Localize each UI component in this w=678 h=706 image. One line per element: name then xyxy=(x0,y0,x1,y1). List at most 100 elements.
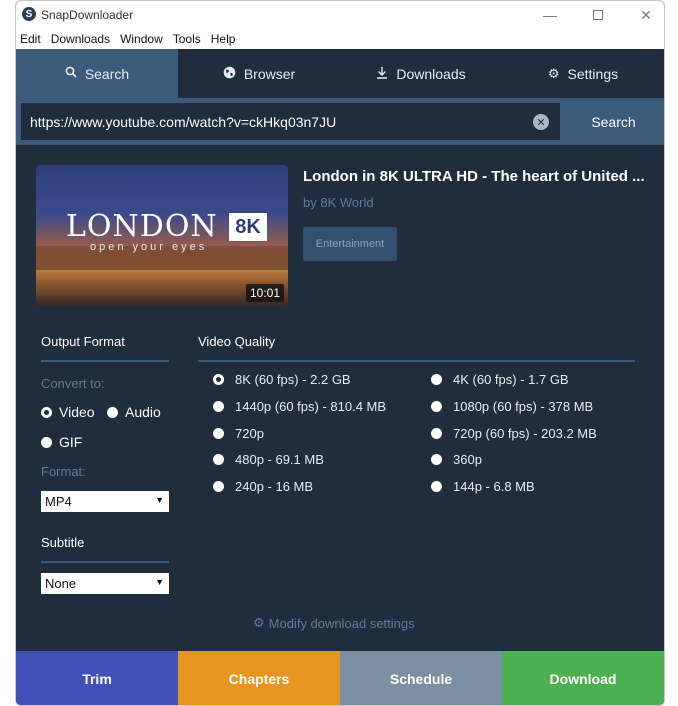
schedule-button[interactable]: Schedule xyxy=(340,651,502,705)
convert-gif-option[interactable]: GIF xyxy=(41,434,82,450)
modify-settings-label: Modify download settings xyxy=(268,615,415,631)
thumbnail-title-text: LONDON xyxy=(66,209,218,244)
maximize-button[interactable] xyxy=(588,5,608,25)
radio-button[interactable] xyxy=(431,481,442,492)
quality-label: 1080p (60 fps) - 378 MB xyxy=(453,399,594,414)
trim-button[interactable]: Trim xyxy=(16,651,178,705)
radio-button[interactable] xyxy=(107,406,118,418)
quality-label: 8K (60 fps) - 2.2 GB xyxy=(235,372,351,387)
video-channel: by 8K World xyxy=(303,195,374,210)
modify-settings-link[interactable]: ⚙ Modify download settings xyxy=(253,615,415,631)
convert-audio-option[interactable]: Audio xyxy=(107,404,161,420)
radio-button[interactable] xyxy=(213,374,224,385)
url-input[interactable]: https://www.youtube.com/watch?v=ckHkq03n… xyxy=(21,103,560,140)
quality-label: 240p - 16 MB xyxy=(235,479,314,494)
quality-option[interactable]: 4K (60 fps) - 1.7 GB xyxy=(431,372,569,387)
radio-button[interactable] xyxy=(213,481,224,492)
chevron-down-icon: ▼ xyxy=(155,495,164,505)
app-window: S SnapDownloader — ✕ Edit Downloads Wind… xyxy=(15,0,665,706)
option-label: Video xyxy=(59,404,95,420)
action-bar: Trim Chapters Schedule Download xyxy=(16,651,664,705)
chevron-down-icon: ▼ xyxy=(155,577,164,587)
radio-button[interactable] xyxy=(213,401,224,412)
menu-edit[interactable]: Edit xyxy=(20,32,41,46)
search-button[interactable]: Search xyxy=(561,103,664,140)
radio-button[interactable] xyxy=(431,401,442,412)
output-format-heading: Output Format xyxy=(41,334,125,349)
globe-icon xyxy=(223,66,236,82)
subtitle-select-value: None xyxy=(45,576,77,591)
convert-to-label: Convert to: xyxy=(41,376,105,391)
format-select[interactable]: MP4 ▼ xyxy=(41,491,169,512)
subtitle-divider xyxy=(41,561,169,563)
gear-icon: ⚙ xyxy=(253,615,265,630)
main-tabs: Search Browser Downloads ⚙ Settings xyxy=(16,49,664,98)
format-select-value: MP4 xyxy=(45,494,72,509)
quality-option[interactable]: 360p xyxy=(431,452,482,467)
tab-downloads[interactable]: Downloads xyxy=(340,49,502,98)
output-format-divider xyxy=(41,360,169,362)
quality-option[interactable]: 144p - 6.8 MB xyxy=(431,479,535,494)
tab-search[interactable]: Search xyxy=(16,49,178,98)
quality-label: 4K (60 fps) - 1.7 GB xyxy=(453,372,569,387)
option-label: Audio xyxy=(125,404,161,420)
menu-downloads[interactable]: Downloads xyxy=(51,32,110,46)
tab-label: Search xyxy=(84,65,130,82)
tab-settings[interactable]: ⚙ Settings xyxy=(502,49,664,98)
title-bar[interactable]: S SnapDownloader — ✕ xyxy=(16,1,664,29)
category-badge: Entertainment xyxy=(303,227,397,261)
radio-button[interactable] xyxy=(213,428,224,439)
convert-video-option[interactable]: Video xyxy=(41,404,95,420)
thumbnail-tagline: open your eyes xyxy=(90,241,208,253)
quality-label: 360p xyxy=(453,452,482,467)
radio-button[interactable] xyxy=(41,436,52,448)
menu-bar: Edit Downloads Window Tools Help xyxy=(16,29,664,49)
url-bar: https://www.youtube.com/watch?v=ckHkq03n… xyxy=(16,98,664,145)
chapters-button[interactable]: Chapters xyxy=(178,651,340,705)
tab-label: Settings xyxy=(567,65,619,82)
minimize-icon: — xyxy=(543,7,557,23)
menu-window[interactable]: Window xyxy=(120,32,163,46)
thumbnail-8k-badge: 8K xyxy=(229,213,267,241)
menu-help[interactable]: Help xyxy=(211,32,236,46)
quality-label: 720p (60 fps) - 203.2 MB xyxy=(453,426,597,441)
format-label: Format: xyxy=(41,464,86,479)
window-title: SnapDownloader xyxy=(41,8,134,22)
quality-label: 1440p (60 fps) - 810.4 MB xyxy=(235,399,387,414)
tab-label: Browser xyxy=(243,65,296,82)
video-quality-heading: Video Quality xyxy=(198,334,276,349)
radio-button[interactable] xyxy=(213,454,224,465)
subtitle-select[interactable]: None ▼ xyxy=(41,573,169,594)
quality-label: 720p xyxy=(235,426,264,441)
quality-option[interactable]: 8K (60 fps) - 2.2 GB xyxy=(213,372,351,387)
video-thumbnail: LONDON 8K open your eyes 10:01 xyxy=(36,165,288,306)
download-button[interactable]: Download xyxy=(502,651,664,705)
option-label: GIF xyxy=(59,434,83,450)
video-duration: 10:01 xyxy=(245,284,284,302)
quality-option[interactable]: 720p (60 fps) - 203.2 MB xyxy=(431,426,597,441)
subtitle-heading: Subtitle xyxy=(41,535,85,550)
quality-option[interactable]: 240p - 16 MB xyxy=(213,479,313,494)
tab-browser[interactable]: Browser xyxy=(178,49,340,98)
minimize-button[interactable]: — xyxy=(540,5,560,25)
video-quality-divider xyxy=(198,360,635,362)
quality-label: 480p - 69.1 MB xyxy=(235,452,324,467)
radio-button[interactable] xyxy=(431,374,442,385)
video-title: London in 8K ULTRA HD - The heart of Uni… xyxy=(303,168,645,185)
download-icon xyxy=(376,66,388,82)
quality-option[interactable]: 1080p (60 fps) - 378 MB xyxy=(431,399,593,414)
quality-option[interactable]: 720p xyxy=(213,426,264,441)
radio-button[interactable] xyxy=(431,428,442,439)
app-logo-icon: S xyxy=(22,7,36,21)
radio-button[interactable] xyxy=(41,406,52,418)
gear-icon: ⚙ xyxy=(547,65,560,81)
close-button[interactable]: ✕ xyxy=(636,5,656,25)
menu-tools[interactable]: Tools xyxy=(173,32,201,46)
radio-button[interactable] xyxy=(431,454,442,465)
maximize-icon xyxy=(593,10,603,20)
quality-option[interactable]: 480p - 69.1 MB xyxy=(213,452,324,467)
clear-input-icon[interactable]: ✕ xyxy=(533,114,549,130)
quality-option[interactable]: 1440p (60 fps) - 810.4 MB xyxy=(213,399,386,414)
close-icon: ✕ xyxy=(640,6,652,23)
search-icon xyxy=(65,66,77,81)
